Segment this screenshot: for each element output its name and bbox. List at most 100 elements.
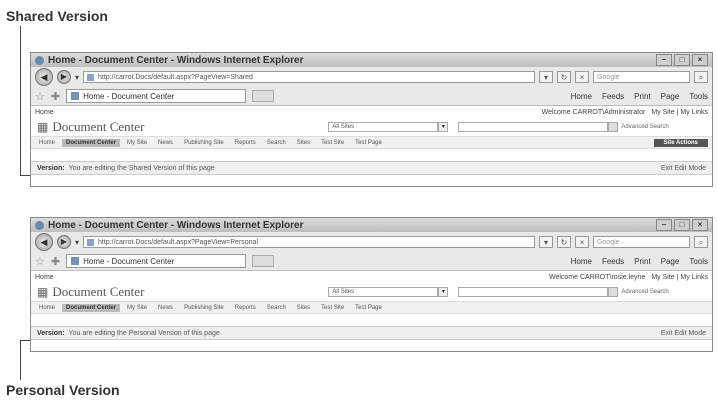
version-label: Version: [37, 164, 65, 172]
close-button[interactable]: × [692, 219, 708, 231]
tab-home-document-center[interactable]: Home - Document Center [66, 89, 247, 103]
browser-window-shared: Home - Document Center - Windows Interne… [30, 52, 713, 187]
print-toolbar-button[interactable]: Print [634, 257, 650, 266]
nav-reports[interactable]: Reports [231, 139, 260, 147]
minimize-button[interactable]: – [656, 54, 672, 66]
nav-document-center[interactable]: Document Center [62, 303, 121, 312]
nav-reports[interactable]: Reports [231, 304, 260, 312]
maximize-button[interactable]: □ [674, 54, 690, 66]
sharepoint-page: Home Welcome CARROT\Administrator My Sit… [31, 106, 712, 186]
search-scope-select[interactable]: All Sites [328, 287, 439, 297]
nav-publishing-site[interactable]: Publishing Site [180, 304, 228, 312]
document-center-icon: ▦ [37, 119, 49, 134]
add-favorites-icon[interactable]: ✚ [51, 255, 60, 268]
welcome-menu[interactable]: Welcome CARROT\Administrator [542, 109, 646, 116]
address-row: ◀ ▶ ▾ http://carrot.Docs/default.aspx?Pa… [31, 232, 712, 252]
feeds-toolbar-button[interactable]: Feeds [602, 257, 624, 266]
home-toolbar-button[interactable]: Home [571, 92, 592, 101]
nav-my-site[interactable]: My Site [123, 139, 151, 147]
breadcrumb[interactable]: Home [35, 274, 54, 281]
new-tab-button[interactable] [252, 90, 275, 102]
nav-test-page[interactable]: Test Page [351, 304, 386, 312]
stop-icon[interactable]: × [574, 71, 589, 83]
nav-home[interactable]: Home [35, 139, 59, 147]
stop-icon[interactable]: × [574, 236, 589, 248]
search-go-icon[interactable] [608, 287, 619, 297]
refresh-icon[interactable]: ↻ [556, 236, 571, 248]
address-dropdown-icon[interactable]: ▾ [538, 71, 553, 83]
nav-news[interactable]: News [154, 139, 177, 147]
chevron-down-icon[interactable]: ▾ [75, 238, 79, 247]
nav-home[interactable]: Home [35, 304, 59, 312]
add-favorites-icon[interactable]: ✚ [51, 90, 60, 103]
sp-top-bar: Home Welcome CARROT\rosie.leyne My Site … [31, 271, 712, 283]
back-icon[interactable]: ◀ [35, 233, 53, 251]
close-button[interactable]: × [692, 54, 708, 66]
address-bar[interactable]: http://carrot.Docs/default.aspx?PageView… [83, 236, 535, 248]
top-nav: Home Document Center My Site News Publis… [31, 301, 712, 314]
search-icon[interactable]: ⌕ [694, 236, 708, 248]
caption-shared-version: Shared Version [6, 8, 108, 24]
minimize-button[interactable]: – [656, 219, 672, 231]
nav-test-site[interactable]: Test Site [317, 304, 348, 312]
forward-icon[interactable]: ▶ [57, 70, 71, 84]
print-toolbar-button[interactable]: Print [634, 92, 650, 101]
nav-search[interactable]: Search [263, 304, 290, 312]
search-input[interactable]: Google [592, 236, 690, 248]
address-bar[interactable]: http://carrot.Docs/default.aspx?PageView… [83, 71, 535, 83]
breadcrumb[interactable]: Home [35, 109, 54, 116]
scope-dropdown-icon[interactable]: ▾ [438, 122, 449, 132]
new-tab-button[interactable] [252, 255, 275, 267]
home-toolbar-button[interactable]: Home [571, 257, 592, 266]
title-bar: Home - Document Center - Windows Interne… [31, 53, 712, 67]
nav-my-site[interactable]: My Site [123, 304, 151, 312]
edit-status-bar: Version: You are editing the Shared Vers… [31, 161, 712, 175]
forward-icon[interactable]: ▶ [57, 235, 71, 249]
exit-edit-mode-link[interactable]: Exit Edit Mode [661, 330, 706, 337]
nav-publishing-site[interactable]: Publishing Site [180, 139, 228, 147]
nav-sites[interactable]: Sites [293, 304, 314, 312]
search-scope-select[interactable]: All Sites [328, 122, 439, 132]
address-dropdown-icon[interactable]: ▾ [538, 236, 553, 248]
nav-test-site[interactable]: Test Site [317, 139, 348, 147]
site-actions-button[interactable]: Site Actions [653, 138, 708, 147]
version-message: You are editing the Shared Version of th… [68, 164, 215, 172]
favorites-star-icon[interactable]: ☆ [35, 90, 45, 103]
tab-home-document-center[interactable]: Home - Document Center [66, 254, 247, 268]
feeds-toolbar-button[interactable]: Feeds [602, 92, 624, 101]
nav-news[interactable]: News [154, 304, 177, 312]
document-center-icon: ▦ [37, 284, 49, 299]
search-icon[interactable]: ⌕ [694, 71, 708, 83]
tools-toolbar-button[interactable]: Tools [689, 257, 708, 266]
nav-search[interactable]: Search [263, 139, 290, 147]
site-search-input[interactable] [458, 287, 609, 297]
site-search-input[interactable] [458, 122, 609, 132]
welcome-menu[interactable]: Welcome CARROT\rosie.leyne [549, 274, 645, 281]
tab-row: ☆ ✚ Home - Document Center Home Feeds Pr… [31, 87, 712, 106]
sp-header: ▦ Document Center All Sites ▾ Advanced S… [31, 283, 712, 301]
window-title: Home - Document Center - Windows Interne… [48, 219, 304, 231]
my-site-links[interactable]: My Site | My Links [651, 274, 708, 281]
page-toolbar-button[interactable]: Page [661, 92, 680, 101]
search-go-icon[interactable] [608, 122, 619, 132]
advanced-search-link[interactable]: Advanced Search [621, 289, 668, 295]
nav-document-center[interactable]: Document Center [62, 138, 121, 147]
ie-logo-icon [35, 220, 44, 230]
maximize-button[interactable]: □ [674, 219, 690, 231]
sharepoint-page: Home Welcome CARROT\rosie.leyne My Site … [31, 271, 712, 351]
refresh-icon[interactable]: ↻ [556, 71, 571, 83]
search-input[interactable]: Google [592, 71, 690, 83]
page-toolbar-button[interactable]: Page [661, 257, 680, 266]
tools-toolbar-button[interactable]: Tools [689, 92, 708, 101]
back-icon[interactable]: ◀ [35, 68, 53, 86]
my-site-links[interactable]: My Site | My Links [651, 109, 708, 116]
advanced-search-link[interactable]: Advanced Search [621, 124, 668, 130]
nav-test-page[interactable]: Test Page [351, 139, 386, 147]
nav-sites[interactable]: Sites [293, 139, 314, 147]
exit-edit-mode-link[interactable]: Exit Edit Mode [661, 165, 706, 172]
favorites-star-icon[interactable]: ☆ [35, 255, 45, 268]
address-row: ◀ ▶ ▾ http://carrot.Docs/default.aspx?Pa… [31, 67, 712, 87]
scope-dropdown-icon[interactable]: ▾ [438, 287, 449, 297]
command-bar: Home Feeds Print Page Tools [571, 257, 708, 266]
chevron-down-icon[interactable]: ▾ [75, 73, 79, 82]
